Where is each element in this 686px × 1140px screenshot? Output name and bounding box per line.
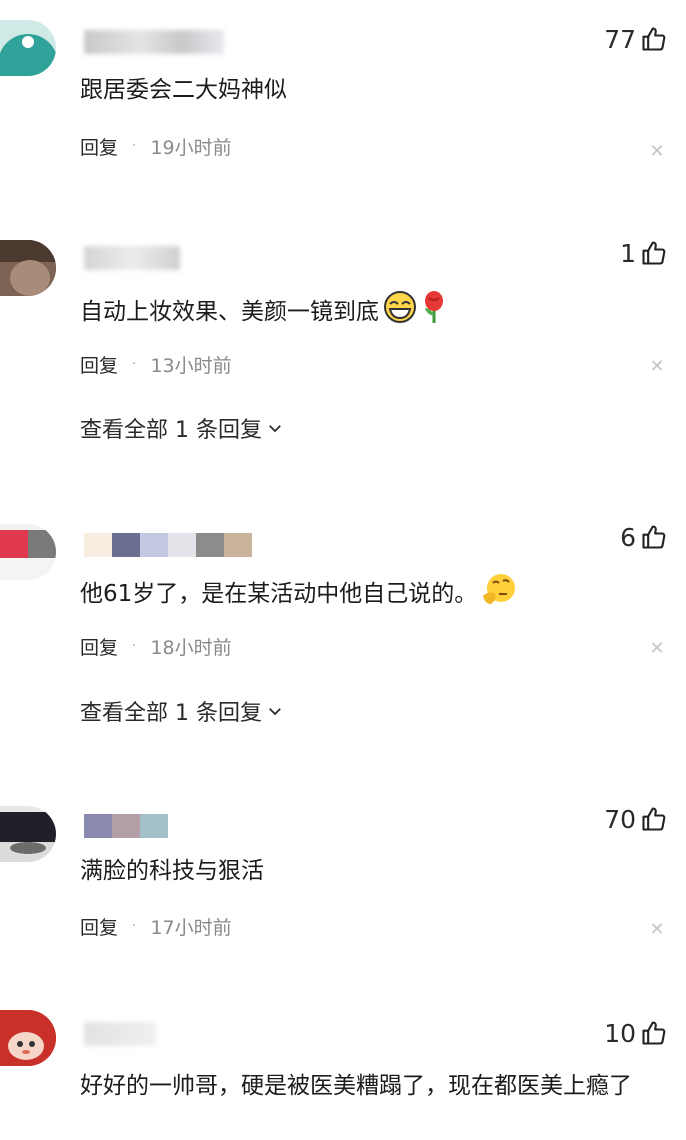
comment-text-content: 自动上妆效果、美颜一镜到底 (80, 299, 379, 325)
chevron-down-icon (269, 708, 281, 716)
thinking-emoji-icon (479, 572, 519, 617)
separator-dot: · (132, 138, 137, 154)
close-icon[interactable]: ✕ (648, 921, 666, 939)
username-blurred[interactable] (84, 246, 180, 270)
close-icon[interactable]: ✕ (648, 143, 666, 161)
username-blurred[interactable] (84, 30, 224, 54)
like-count: 10 (604, 1018, 636, 1048)
rose-emoji-icon (421, 290, 447, 335)
thumbs-up-icon (642, 1021, 666, 1045)
separator-dot: · (132, 918, 137, 934)
like-count: 70 (604, 804, 636, 834)
comment-meta: 回复 · 18小时前 (80, 631, 232, 661)
like-count: 77 (604, 24, 636, 54)
comment-text: 好好的一帅哥，硬是被医美糟蹋了，现在都医美上瘾了 (80, 1073, 632, 1099)
comment-meta: 回复 · 13小时前 (80, 349, 232, 379)
avatar[interactable] (0, 1010, 56, 1066)
view-replies-label: 查看全部 1 条回复 (80, 701, 262, 726)
comment-text-content: 他61岁了，是在某活动中他自己说的。 (80, 581, 478, 607)
grinning-emoji-icon (381, 291, 419, 334)
close-icon[interactable]: ✕ (648, 640, 666, 658)
close-icon[interactable]: ✕ (648, 358, 666, 376)
timestamp: 18小时前 (150, 636, 232, 659)
comment-meta: 回复 · 19小时前 (80, 131, 232, 161)
like-count: 1 (620, 238, 636, 268)
username-mosaic[interactable] (84, 533, 252, 557)
separator-dot: · (132, 356, 137, 372)
reply-button[interactable]: 回复 (80, 133, 118, 160)
timestamp: 17小时前 (150, 916, 232, 939)
timestamp: 13小时前 (150, 354, 232, 377)
reply-button[interactable]: 回复 (80, 351, 118, 378)
like-button[interactable]: 6 (620, 520, 668, 554)
reply-button[interactable]: 回复 (80, 913, 118, 940)
thumbs-up-icon (642, 807, 666, 831)
view-replies-button[interactable]: 查看全部 1 条回复 (80, 694, 284, 728)
avatar[interactable] (0, 806, 56, 862)
comment-text: 跟居委会二大妈神似 (80, 77, 287, 103)
comment-meta: 回复 · 17小时前 (80, 911, 232, 941)
like-button[interactable]: 10 (604, 1016, 668, 1050)
thumbs-up-icon (642, 525, 666, 549)
view-replies-label: 查看全部 1 条回复 (80, 418, 262, 443)
comment-text: 自动上妆效果、美颜一镜到底 (80, 290, 666, 335)
timestamp: 19小时前 (150, 136, 232, 159)
comment-text: 满脸的科技与狠活 (80, 858, 264, 884)
thumbs-up-icon (642, 27, 666, 51)
avatar[interactable] (0, 20, 56, 76)
reply-button[interactable]: 回复 (80, 633, 118, 660)
like-count: 6 (620, 522, 636, 552)
username-mosaic[interactable] (84, 814, 168, 838)
chevron-down-icon (269, 425, 281, 433)
like-button[interactable]: 70 (604, 802, 668, 836)
separator-dot: · (132, 638, 137, 654)
like-button[interactable]: 1 (620, 236, 668, 270)
avatar[interactable] (0, 240, 56, 296)
view-replies-button[interactable]: 查看全部 1 条回复 (80, 411, 284, 445)
thumbs-up-icon (642, 241, 666, 265)
username-blurred[interactable] (84, 1022, 156, 1046)
avatar[interactable] (0, 524, 56, 580)
like-button[interactable]: 77 (604, 22, 668, 56)
comment-text: 他61岁了，是在某活动中他自己说的。 (80, 572, 666, 617)
